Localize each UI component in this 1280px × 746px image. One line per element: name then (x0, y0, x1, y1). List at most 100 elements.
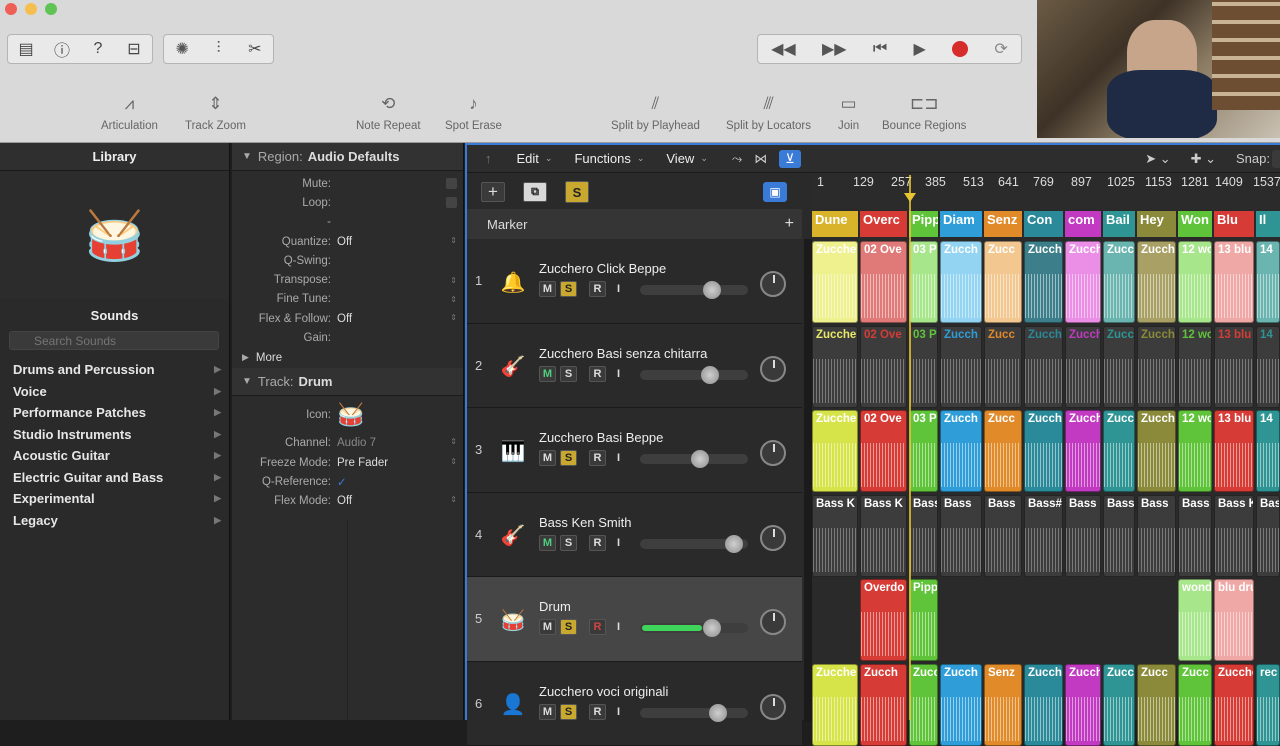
solo-button[interactable]: S (560, 281, 577, 297)
audio-region[interactable]: Bass (1178, 495, 1212, 577)
volume-fader[interactable] (640, 539, 748, 549)
marker-region[interactable]: Pipp (909, 211, 938, 237)
split-playhead-control[interactable]: ⫽Split by Playhead (611, 88, 700, 132)
mute-button[interactable]: M (539, 619, 556, 635)
audio-region[interactable]: 12 wo (1178, 241, 1212, 323)
audio-region[interactable]: Bass (1137, 495, 1176, 577)
library-item[interactable]: Studio Instruments▶ (0, 424, 229, 446)
audio-region[interactable]: Zucch (1137, 326, 1176, 408)
audio-region[interactable]: Zucch (1137, 241, 1176, 323)
region-parameter-row[interactable]: - (232, 213, 463, 232)
audio-region[interactable]: 03 Pi (909, 326, 938, 408)
smart-controls-icon[interactable]: ✺ (164, 39, 200, 59)
playhead[interactable] (909, 175, 911, 720)
library-item[interactable]: Performance Patches▶ (0, 402, 229, 424)
library-item[interactable]: Drums and Percussion▶ (0, 359, 229, 381)
pencil-tool-icon[interactable]: ✚ ⌄ (1191, 151, 1216, 167)
audio-region[interactable]: Zucc (1137, 664, 1176, 746)
drum-kit-icon[interactable]: 🥁 (500, 605, 526, 635)
add-track-button[interactable]: + (481, 182, 505, 202)
marker-region[interactable]: com (1065, 211, 1101, 237)
library-item[interactable]: Experimental▶ (0, 488, 229, 510)
pointer-tool-icon[interactable]: ➤ ⌄ (1145, 151, 1170, 167)
track-header[interactable]: 4🎸Bass Ken SmithMSRI (467, 493, 802, 578)
marker-region[interactable]: Dune (812, 211, 858, 237)
bass-icon[interactable]: 🎸 (500, 521, 526, 551)
marker-region[interactable]: Diam (940, 211, 982, 237)
stepper-icon[interactable]: ⇕ (450, 313, 457, 325)
audio-region[interactable]: Zucch (860, 664, 907, 746)
track-name[interactable]: Zucchero Basi Beppe (539, 430, 663, 445)
audio-region[interactable]: Bass# (1024, 495, 1063, 577)
functions-menu[interactable]: Functions⌄ (574, 151, 644, 166)
marker-region[interactable]: Won (1178, 211, 1212, 237)
library-item[interactable]: Voice▶ (0, 381, 229, 403)
audio-region[interactable]: 13 blu (1214, 241, 1254, 323)
fader-knob[interactable] (725, 535, 743, 553)
edit-menu[interactable]: Edit⌄ (517, 151, 553, 166)
audio-region[interactable]: 13 blu (1214, 410, 1254, 492)
catch-up-icon[interactable]: ↑ (485, 151, 492, 166)
audio-region[interactable]: Zucch (940, 410, 982, 492)
track-name[interactable]: Zucchero Click Beppe (539, 261, 666, 276)
rewind-icon[interactable]: ◀◀ (771, 39, 796, 59)
voice-icon[interactable]: 👤 (500, 690, 526, 720)
marker-region[interactable]: Con (1024, 211, 1063, 237)
track-parameter-row[interactable]: Freeze Mode:Pre Fader⇕ (232, 453, 463, 472)
audio-region[interactable]: Zucc (1103, 326, 1135, 408)
pan-knob[interactable] (760, 271, 786, 297)
editors-icon[interactable]: ✂ (237, 39, 273, 59)
audio-region[interactable]: rec (1256, 664, 1280, 746)
audio-region[interactable]: Zucc (1103, 410, 1135, 492)
mute-button[interactable]: M (539, 366, 556, 382)
fader-knob[interactable] (691, 450, 709, 468)
record-enable-button[interactable]: R (589, 704, 606, 720)
cycle-icon[interactable]: ⟳ (994, 39, 1007, 59)
checkbox[interactable] (446, 197, 457, 208)
audio-region[interactable]: Zucc (1103, 664, 1135, 746)
audio-region[interactable]: 03 Pi (909, 241, 938, 323)
snap-dropdown[interactable] (1272, 150, 1280, 168)
view-menu[interactable]: View⌄ (666, 151, 708, 166)
audio-region[interactable]: Zucch (940, 664, 982, 746)
solo-button[interactable]: S (560, 366, 577, 382)
input-monitor-button[interactable]: I (610, 535, 627, 551)
audio-region[interactable]: 02 Ove (860, 326, 907, 408)
track-name[interactable]: Drum (539, 599, 571, 614)
fader-knob[interactable] (709, 704, 727, 722)
audio-region[interactable]: Zucch (1024, 326, 1063, 408)
audio-region[interactable]: Zucch (1024, 241, 1063, 323)
audio-region[interactable]: Pipp (909, 579, 938, 661)
track-header[interactable]: 5🥁DrumMSRI (467, 577, 802, 662)
audio-region[interactable]: Zucche (812, 410, 858, 492)
close-window-button[interactable] (5, 3, 17, 15)
audio-region[interactable]: Bass (984, 495, 1022, 577)
pan-knob[interactable] (760, 609, 786, 635)
mute-button[interactable]: M (539, 281, 556, 297)
solo-button[interactable]: S (560, 704, 577, 720)
volume-fader[interactable] (640, 623, 748, 633)
audio-region[interactable]: 12 wo (1178, 326, 1212, 408)
pan-knob[interactable] (760, 525, 786, 551)
audio-region[interactable]: Zucc (1178, 664, 1212, 746)
fader-knob[interactable] (703, 619, 721, 637)
library-icon[interactable]: ▤ (8, 39, 44, 59)
more-disclosure[interactable]: ▶More (232, 348, 463, 368)
pan-knob[interactable] (760, 356, 786, 382)
audio-region[interactable]: 14 (1256, 410, 1280, 492)
input-monitor-button[interactable]: I (610, 366, 627, 382)
input-monitor-button[interactable]: I (610, 704, 627, 720)
region-parameter-row[interactable]: Gain: (232, 328, 463, 347)
audio-region[interactable]: Bas (1256, 495, 1280, 577)
track-stack-button[interactable]: ⧉ (523, 182, 547, 202)
audio-region[interactable]: 02 Ove (860, 241, 907, 323)
catch-icon[interactable]: ⊻ (779, 150, 801, 168)
audio-region[interactable]: Zucche (812, 241, 858, 323)
marker-region[interactable]: Overc (860, 211, 907, 237)
zoom-window-button[interactable] (45, 3, 57, 15)
solo-button[interactable]: S (560, 450, 577, 466)
audio-region[interactable]: wonde (1178, 579, 1212, 661)
track-header[interactable]: 1🔔Zucchero Click BeppeMSRI (467, 239, 802, 324)
track-header[interactable]: 2🎸Zucchero Basi senza chitarraMSRI (467, 324, 802, 409)
minimize-window-button[interactable] (25, 3, 37, 15)
